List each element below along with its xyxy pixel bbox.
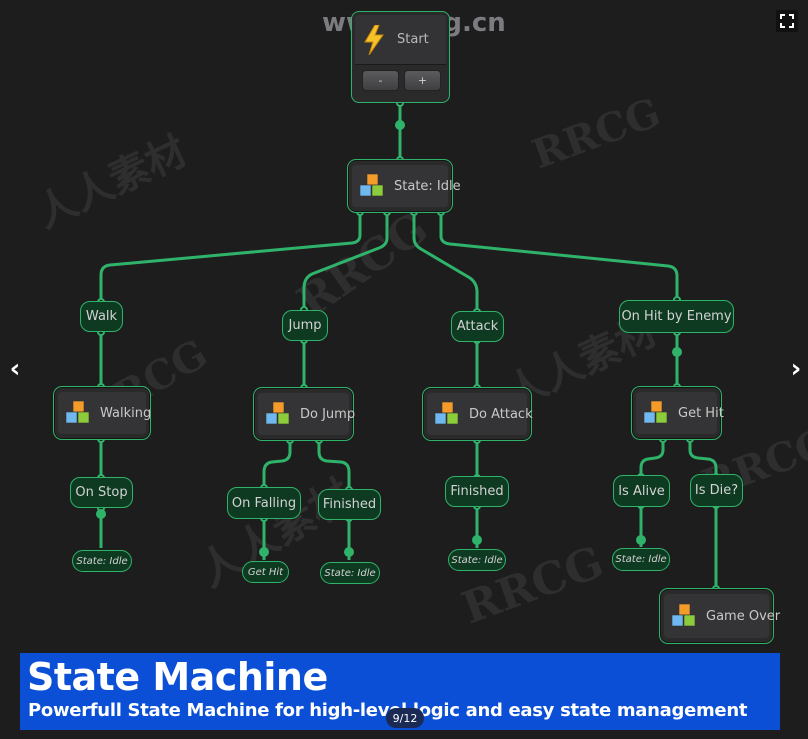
state-node-do-attack[interactable]: Do Attack <box>422 387 533 441</box>
target-state-idle[interactable]: State: Idle <box>72 550 132 572</box>
transition-is-die[interactable]: Is Die? <box>690 474 743 507</box>
start-node-header: Start <box>355 15 446 65</box>
state-node-label: Get Hit <box>678 405 724 421</box>
watermark: RRCG <box>525 88 667 179</box>
banner-title: State Machine <box>27 655 328 699</box>
cubes-icon <box>434 401 459 425</box>
wire-gethit-die <box>688 439 718 477</box>
state-machine-canvas[interactable]: www.rrcg.cn 人人素材 RRCG RRCG 人人素材 RRCG 人人素… <box>0 0 808 739</box>
connection-port[interactable] <box>259 547 269 557</box>
connection-port[interactable] <box>344 547 354 557</box>
add-output-button[interactable]: + <box>404 70 441 91</box>
cubes-icon <box>65 400 90 424</box>
lightning-icon <box>364 25 384 55</box>
cubes-icon <box>671 603 696 627</box>
transition-finished[interactable]: Finished <box>318 489 381 520</box>
state-node-walking[interactable]: Walking <box>53 386 151 440</box>
wire-idle-hit <box>439 212 679 300</box>
wire-idle-jump <box>302 212 389 310</box>
transition-on-stop[interactable]: On Stop <box>70 477 133 508</box>
state-node-label: Do Jump <box>300 406 356 422</box>
target-get-hit[interactable]: Get Hit <box>242 561 289 583</box>
connection-port[interactable] <box>472 535 482 545</box>
wire-dojump-finished <box>317 440 351 490</box>
image-pager: 9/12 <box>386 708 424 728</box>
transition-jump[interactable]: Jump <box>282 310 328 341</box>
transition-on-falling[interactable]: On Falling <box>227 487 301 519</box>
state-node-get-hit[interactable]: Get Hit <box>631 386 724 440</box>
remove-output-button[interactable]: - <box>362 70 399 91</box>
state-node-game-over[interactable]: Game Over <box>659 588 780 644</box>
target-state-idle[interactable]: State: Idle <box>612 548 670 571</box>
state-node-do-jump[interactable]: Do Jump <box>253 387 356 441</box>
state-node-label: Walking <box>100 405 152 421</box>
wire-gethit-alive <box>639 439 665 477</box>
connection-port[interactable] <box>96 509 106 519</box>
state-node-idle[interactable]: State: Idle <box>347 159 461 213</box>
state-node-label: Game Over <box>706 608 781 624</box>
wire-dojump-falling <box>262 440 292 488</box>
transition-on-hit-by-enemy[interactable]: On Hit by Enemy <box>619 300 734 333</box>
cubes-icon <box>359 173 384 197</box>
fullscreen-button[interactable] <box>776 10 798 32</box>
fullscreen-icon <box>780 14 794 28</box>
transition-finished[interactable]: Finished <box>445 476 509 507</box>
watermark: 人人素材 <box>29 127 194 238</box>
start-node[interactable]: Start - + <box>351 11 450 103</box>
transition-walk[interactable]: Walk <box>80 301 123 332</box>
connection-port[interactable] <box>636 535 646 545</box>
state-node-label: Do Attack <box>469 406 533 422</box>
transition-is-alive[interactable]: Is Alive <box>613 475 670 507</box>
target-state-idle[interactable]: State: Idle <box>320 562 380 584</box>
chevron-left-icon[interactable]: ‹ <box>3 354 27 384</box>
state-node-label: State: Idle <box>394 178 461 194</box>
start-node-label: Start <box>397 32 429 47</box>
connection-port[interactable] <box>672 347 682 357</box>
cubes-icon <box>643 400 668 424</box>
wire-idle-walk <box>99 212 362 302</box>
connection-port[interactable] <box>395 120 405 130</box>
transition-attack[interactable]: Attack <box>451 311 504 342</box>
wire-idle-attack <box>412 212 479 312</box>
chevron-right-icon[interactable]: › <box>784 354 808 384</box>
target-state-idle[interactable]: State: Idle <box>448 549 506 571</box>
cubes-icon <box>265 401 290 425</box>
